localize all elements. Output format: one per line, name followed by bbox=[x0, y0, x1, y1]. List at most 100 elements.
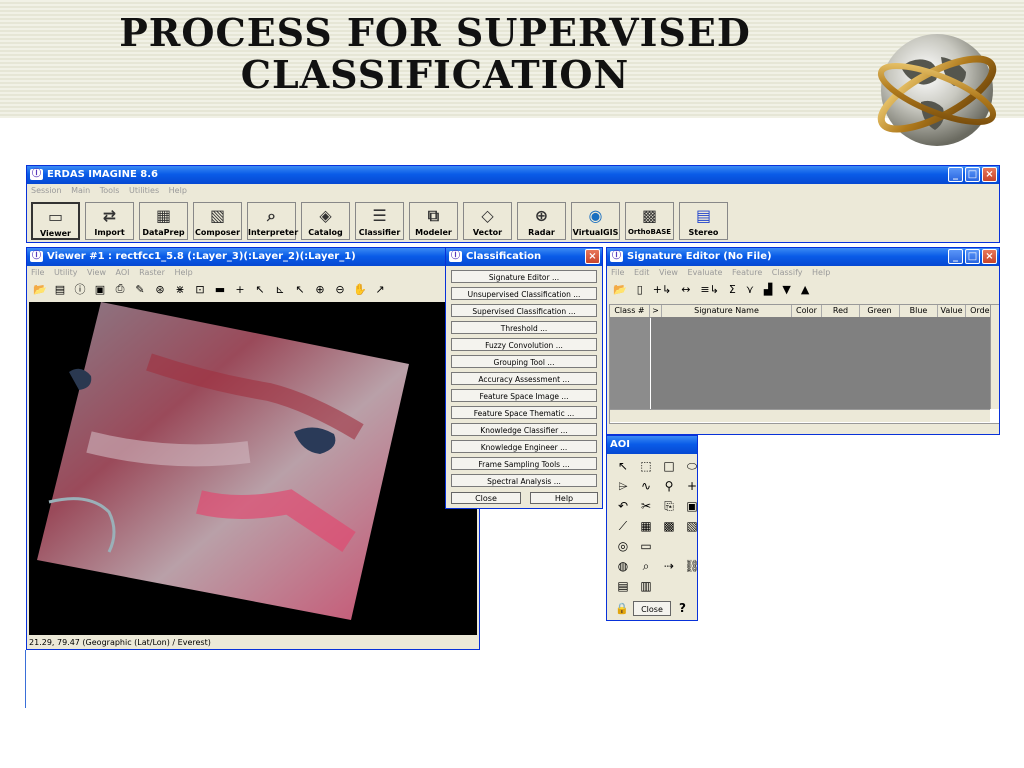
feature-space-image-button[interactable]: Feature Space Image ... bbox=[451, 389, 597, 402]
threshold-button[interactable]: Threshold ... bbox=[451, 321, 597, 334]
mean-plot-icon[interactable]: ⋎ bbox=[746, 283, 754, 296]
fuzzy-convolution-button[interactable]: Fuzzy Convolution ... bbox=[451, 338, 597, 351]
merge-signature-icon[interactable]: ≡↳ bbox=[700, 283, 718, 296]
link-icon[interactable]: ↗ bbox=[372, 283, 388, 296]
signature-editor-button[interactable]: Signature Editor ... bbox=[451, 270, 597, 283]
vector-button[interactable]: ◇ Vector bbox=[463, 202, 512, 240]
viewer-button[interactable]: ▭ Viewer bbox=[31, 202, 80, 240]
grouping-tool-button[interactable]: Grouping Tool ... bbox=[451, 355, 597, 368]
zoom-in-extent-icon[interactable]: ⋇ bbox=[172, 283, 188, 296]
rectangle-icon[interactable]: □ bbox=[659, 458, 679, 474]
viewer-menu-utility[interactable]: Utility bbox=[54, 268, 78, 277]
classification-close-icon[interactable]: × bbox=[585, 249, 600, 264]
menu-help[interactable]: Help bbox=[169, 186, 187, 195]
open-layer-icon[interactable]: ▤ bbox=[52, 283, 68, 296]
move-up-icon[interactable]: ▲ bbox=[801, 283, 809, 296]
dataprep-button[interactable]: ▦ DataPrep bbox=[139, 202, 188, 240]
sig-menu-evaluate[interactable]: Evaluate bbox=[688, 268, 723, 277]
classification-close-button[interactable]: Close bbox=[451, 492, 521, 504]
horizontal-scrollbar[interactable] bbox=[610, 409, 990, 422]
signature-editor-titlebar[interactable]: Ⓘ Signature Editor (No File) _ □ × bbox=[607, 248, 999, 266]
union-icon[interactable]: ▧ bbox=[682, 518, 697, 534]
virtualgis-button[interactable]: ◉ VirtualGIS bbox=[571, 202, 620, 240]
sig-menu-classify[interactable]: Classify bbox=[772, 268, 803, 277]
lock-icon[interactable]: 🔒 bbox=[615, 602, 629, 615]
viewer-menu-raster[interactable]: Raster bbox=[139, 268, 165, 277]
sig-menu-file[interactable]: File bbox=[611, 268, 624, 277]
rectangle-select-icon[interactable]: ⬚ bbox=[636, 458, 656, 474]
unsupervised-classification-button[interactable]: Unsupervised Classification ... bbox=[451, 287, 597, 300]
measure-icon[interactable]: ▬ bbox=[212, 283, 228, 296]
sig-close-button[interactable]: × bbox=[982, 249, 997, 264]
pan-icon[interactable]: ✋ bbox=[352, 283, 368, 296]
feature-space-thematic-button[interactable]: Feature Space Thematic ... bbox=[451, 406, 597, 419]
maximize-button[interactable]: □ bbox=[965, 167, 980, 182]
sig-menu-edit[interactable]: Edit bbox=[634, 268, 650, 277]
menu-tools[interactable]: Tools bbox=[100, 186, 120, 195]
ellipse-icon[interactable]: ⬭ bbox=[682, 458, 697, 474]
polygon-icon[interactable]: ⌲ bbox=[613, 478, 633, 494]
box-icon[interactable]: ▭ bbox=[636, 538, 656, 554]
radar-button[interactable]: ⊕ Radar bbox=[517, 202, 566, 240]
composer-button[interactable]: ▧ Composer bbox=[193, 202, 242, 240]
import-button[interactable]: ⇄ Import bbox=[85, 202, 134, 240]
image-canvas[interactable] bbox=[29, 302, 477, 635]
grow-icon[interactable]: ⇢ bbox=[659, 558, 679, 574]
classification-help-button[interactable]: Help bbox=[530, 492, 598, 504]
col-green[interactable]: Green bbox=[860, 305, 900, 317]
aoi-close-button[interactable]: Close bbox=[633, 601, 671, 616]
profile-icon[interactable]: ⊾ bbox=[272, 283, 288, 296]
classifier-button[interactable]: ☰ Classifier bbox=[355, 202, 404, 240]
col-color[interactable]: Color bbox=[792, 305, 822, 317]
col-value[interactable]: Value bbox=[938, 305, 966, 317]
link-chain-icon[interactable]: ⛓ bbox=[682, 558, 697, 574]
open-icon[interactable]: 📂 bbox=[613, 283, 627, 296]
polyline-icon[interactable]: ∿ bbox=[636, 478, 656, 494]
aoi-help-icon[interactable]: ? bbox=[679, 601, 686, 615]
sig-maximize-button[interactable]: □ bbox=[965, 249, 980, 264]
add-signature-icon[interactable]: +↳ bbox=[653, 283, 671, 296]
replace-signature-icon[interactable]: ↔ bbox=[681, 283, 690, 296]
interpreter-button[interactable]: ⌕ Interpreter bbox=[247, 202, 298, 240]
zoom-in-icon[interactable]: ⊕ bbox=[312, 283, 328, 296]
cross-icon[interactable]: + bbox=[682, 478, 697, 494]
supervised-classification-button[interactable]: Supervised Classification ... bbox=[451, 304, 597, 317]
viewer-menu-aoi[interactable]: AOI bbox=[116, 268, 130, 277]
undo-icon[interactable]: ↶ bbox=[613, 498, 633, 514]
vertical-scrollbar[interactable] bbox=[990, 305, 999, 409]
col-red[interactable]: Red bbox=[822, 305, 860, 317]
region-grow-icon[interactable]: ⚲ bbox=[659, 478, 679, 494]
spectral-analysis-button[interactable]: Spectral Analysis ... bbox=[451, 474, 597, 487]
layer-copy-icon[interactable]: ▥ bbox=[636, 578, 656, 594]
info-icon[interactable]: ⓘ bbox=[72, 281, 88, 297]
viewer-titlebar[interactable]: Ⓘ Viewer #1 : rectfcc1_5.8 (:Layer_3)(:L… bbox=[27, 248, 479, 266]
col-signature-name[interactable]: Signature Name bbox=[662, 305, 792, 317]
zoom-out-extent-icon[interactable]: ⊡ bbox=[192, 283, 208, 296]
rotate-icon[interactable]: ⊛ bbox=[152, 283, 168, 296]
viewer-menu-file[interactable]: File bbox=[31, 268, 44, 277]
sig-minimize-button[interactable]: _ bbox=[948, 249, 963, 264]
aoi-zoom-icon[interactable]: ⌕ bbox=[636, 558, 656, 574]
copy-icon[interactable]: ⎘ bbox=[659, 498, 679, 514]
menu-session[interactable]: Session bbox=[31, 186, 62, 195]
viewer-menu-help[interactable]: Help bbox=[174, 268, 192, 277]
menu-utilities[interactable]: Utilities bbox=[129, 186, 159, 195]
inquire-icon[interactable]: ↖ bbox=[252, 283, 268, 296]
seed-properties-icon[interactable]: ◎ bbox=[613, 538, 633, 554]
aoi-titlebar[interactable]: AOI bbox=[607, 436, 697, 454]
select-icon[interactable]: ↖ bbox=[292, 283, 308, 296]
cut-icon[interactable]: ✂ bbox=[636, 498, 656, 514]
minimize-button[interactable]: _ bbox=[948, 167, 963, 182]
save-icon[interactable]: ▣ bbox=[92, 283, 108, 296]
knowledge-classifier-button[interactable]: Knowledge Classifier ... bbox=[451, 423, 597, 436]
paste-icon[interactable]: ▣ bbox=[682, 498, 697, 514]
erdas-titlebar[interactable]: Ⓘ ERDAS IMAGINE 8.6 _ □ × bbox=[27, 166, 999, 184]
select-arrow-icon[interactable]: ↖ bbox=[613, 458, 633, 474]
erase-icon[interactable]: ✎ bbox=[132, 283, 148, 296]
style-icon[interactable]: ◍ bbox=[613, 558, 633, 574]
frame-sampling-tools-button[interactable]: Frame Sampling Tools ... bbox=[451, 457, 597, 470]
reshape-icon[interactable]: ⟋ bbox=[613, 518, 633, 534]
ungroup-icon[interactable]: ▩ bbox=[659, 518, 679, 534]
modeler-button[interactable]: ⧉ Modeler bbox=[409, 202, 458, 240]
histogram-icon[interactable]: ▟ bbox=[764, 283, 772, 296]
